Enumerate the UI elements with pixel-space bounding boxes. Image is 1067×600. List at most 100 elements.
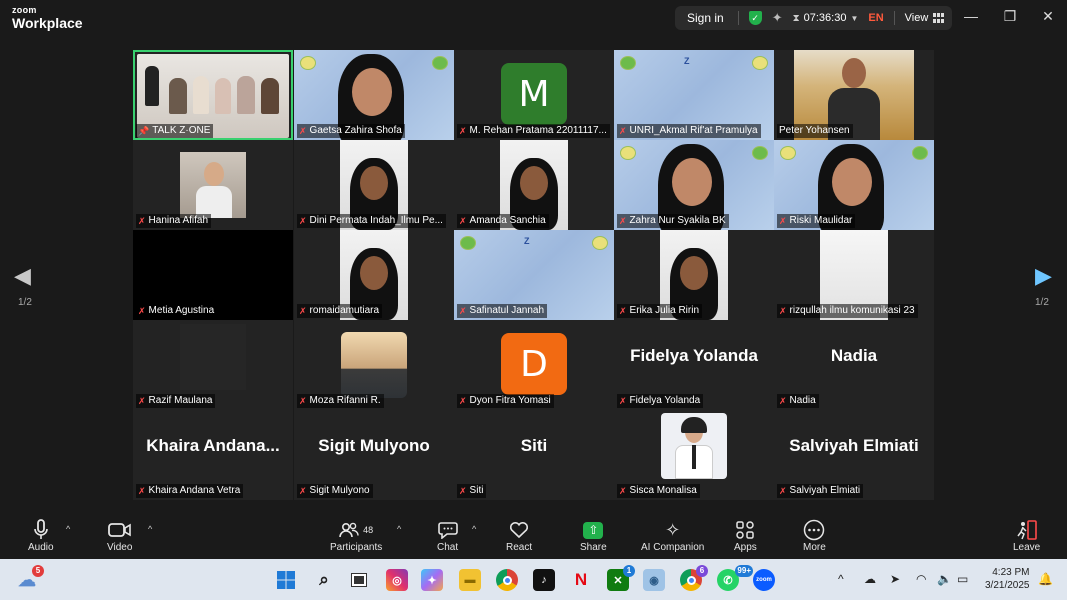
next-page-arrow-icon[interactable]: ▶	[1035, 263, 1052, 289]
muted-microphone-icon: ✗	[779, 306, 787, 316]
view-button[interactable]: View	[905, 12, 945, 24]
brand-bottom: Workplace	[12, 15, 83, 31]
participant-tile[interactable]: ✗ Hanina Afifah	[133, 140, 293, 230]
participant-tile[interactable]: ✗ Sisca Monalisa	[614, 410, 774, 500]
muted-microphone-icon: ✗	[138, 306, 146, 316]
background-sticker-icon	[620, 56, 636, 70]
participant-tile[interactable]: ✗ Razif Maulana	[133, 320, 293, 410]
whatsapp-icon[interactable]: ✆ 99+	[717, 565, 753, 591]
share-button[interactable]: ⇧ Share	[580, 518, 607, 553]
participant-tile[interactable]: ✗ Moza Rifanni R.	[294, 320, 454, 410]
video-feed	[180, 152, 246, 218]
chat-label: Chat	[437, 542, 459, 553]
location-icon[interactable]: ➤	[890, 572, 900, 586]
participant-tile[interactable]: Z ✗ UNRI_Akmal Rif'at Pramulya	[614, 50, 774, 140]
weather-widget-icon[interactable]: ☁ 5	[16, 565, 44, 591]
windows-start-icon[interactable]	[275, 569, 297, 591]
chat-button[interactable]: Chat	[437, 518, 458, 553]
language-button[interactable]: EN	[868, 12, 883, 24]
participant-tile[interactable]: Khaira Andana... ✗ Khaira Andana Vetra	[133, 410, 293, 500]
participant-tile[interactable]: 📌 TALK Z·ONE	[133, 50, 293, 140]
audio-button[interactable]: Audio	[28, 518, 54, 553]
participant-tile[interactable]: ✗ Dini Permata Indah_Ilmu Pe...	[294, 140, 454, 230]
camera-app-icon[interactable]: ◉	[643, 569, 665, 591]
sign-in-button[interactable]: Sign in	[683, 11, 728, 25]
participant-tile[interactable]: Sigit Mulyono ✗ Sigit Mulyono	[294, 410, 454, 500]
participant-avatar: D	[501, 333, 567, 395]
video-options-caret-icon[interactable]: ^	[148, 524, 152, 534]
participant-tile[interactable]: Nadia ✗ Nadia	[774, 320, 934, 410]
participant-display-name: Fidelya Yolanda	[630, 346, 758, 365]
participant-tile[interactable]: ✗ rizqullah ilmu komunikasi 23	[774, 230, 934, 320]
file-explorer-icon[interactable]: ▬	[459, 569, 481, 591]
search-icon[interactable]: ⌕	[313, 569, 335, 591]
participants-button[interactable]: 48 Participants	[330, 518, 382, 553]
share-screen-icon: ⇧	[583, 521, 604, 539]
video-feed	[180, 324, 246, 390]
participant-tile[interactable]: ✗ Riski Maulidar	[774, 140, 934, 230]
system-clock[interactable]: 4:23 PM 3/21/2025	[985, 566, 1030, 592]
instagram-icon[interactable]: ◎	[386, 569, 408, 591]
tiktok-icon[interactable]: ♪	[533, 569, 555, 591]
participant-photo	[661, 413, 727, 479]
participant-tile[interactable]: D ✗ Dyon Fitra Yomasi	[454, 320, 614, 410]
ai-sparkle-icon[interactable]: ✦	[772, 10, 783, 26]
page-indicator-right: 1/2	[1035, 297, 1049, 308]
apps-icon	[736, 521, 755, 539]
participant-tile[interactable]: M ✗ M. Rehan Pratama 22011117...	[454, 50, 614, 140]
participant-tile[interactable]: Siti ✗ Siti	[454, 410, 614, 500]
timer-group[interactable]: ⧗ 07:36:30 ▼	[793, 12, 859, 24]
apps-button[interactable]: Apps	[734, 518, 757, 553]
netflix-icon[interactable]: N	[570, 569, 592, 591]
participant-name-label: ✗ Nadia	[777, 394, 819, 408]
participant-tile[interactable]: ✗ Zahra Nur Syakila BK	[614, 140, 774, 230]
participant-name-label: ✗ Riski Maulidar	[777, 214, 856, 228]
task-view-icon[interactable]	[348, 569, 370, 591]
participant-name: Dyon Fitra Yomasi	[469, 395, 551, 406]
participant-tile[interactable]: ✗ romaidamutiara	[294, 230, 454, 320]
xbox-icon[interactable]: ✕ 1	[607, 565, 635, 591]
battery-icon[interactable]: ▭	[957, 572, 968, 586]
microphone-icon	[33, 519, 48, 539]
restore-icon[interactable]: ❐	[1000, 8, 1020, 25]
participant-tile[interactable]: Z ✗ Safinatul Jannah	[454, 230, 614, 320]
notifications-bell-icon[interactable]: 🔔	[1038, 572, 1053, 586]
leave-button[interactable]: Leave	[1013, 518, 1040, 553]
chrome-profile-icon[interactable]: 6	[680, 565, 708, 591]
participant-tile[interactable]: Salviyah Elmiati ✗ Salviyah Elmiati	[774, 410, 934, 500]
participants-options-caret-icon[interactable]: ^	[397, 524, 401, 534]
participant-tile[interactable]: ✗ Metia Agustina	[133, 230, 293, 320]
security-shield-icon[interactable]: ✓	[748, 11, 762, 25]
leave-door-icon	[1017, 520, 1037, 540]
participant-tile[interactable]: Peter Yohansen	[774, 50, 934, 140]
minimize-icon[interactable]: —	[961, 8, 981, 24]
audio-options-caret-icon[interactable]: ^	[66, 524, 70, 534]
participant-name: Sigit Mulyono	[309, 485, 370, 496]
participant-tile[interactable]: ✗ Gaetsa Zahira Shofa	[294, 50, 454, 140]
more-button[interactable]: More	[803, 518, 826, 553]
muted-microphone-icon: ✗	[779, 396, 787, 406]
chat-options-caret-icon[interactable]: ^	[472, 524, 476, 534]
cloud-sync-icon[interactable]: ☁	[864, 572, 876, 586]
participant-tile[interactable]: Fidelya Yolanda ✗ Fidelya Yolanda	[614, 320, 774, 410]
background-sticker-icon	[912, 146, 928, 160]
show-hidden-icons-chevron-icon[interactable]: ^	[838, 572, 844, 586]
zoom-taskbar-icon[interactable]: zoom	[753, 569, 775, 591]
participant-name-label: Peter Yohansen	[777, 124, 853, 138]
participant-name-label: ✗ Razif Maulana	[136, 394, 216, 408]
wifi-icon[interactable]: ◠	[916, 572, 926, 586]
participant-tile[interactable]: ✗ Amanda Sanchia	[454, 140, 614, 230]
ai-companion-button[interactable]: ✧ AI Companion	[641, 518, 704, 554]
close-icon[interactable]: ✕	[1038, 8, 1058, 25]
muted-microphone-icon: ✗	[299, 306, 307, 316]
muted-microphone-icon: ✗	[459, 306, 467, 316]
person-face	[672, 158, 712, 206]
participant-name: Amanda Sanchia	[469, 215, 546, 226]
react-button[interactable]: React	[506, 518, 532, 553]
volume-icon[interactable]: 🔈	[937, 572, 952, 586]
chrome-icon[interactable]	[496, 569, 518, 591]
previous-page-arrow-icon[interactable]: ◀	[14, 263, 31, 289]
participant-tile[interactable]: ✗ Erika Julia Ririn	[614, 230, 774, 320]
copilot-icon[interactable]: ✦	[421, 569, 443, 591]
video-button[interactable]: Video	[107, 518, 132, 553]
